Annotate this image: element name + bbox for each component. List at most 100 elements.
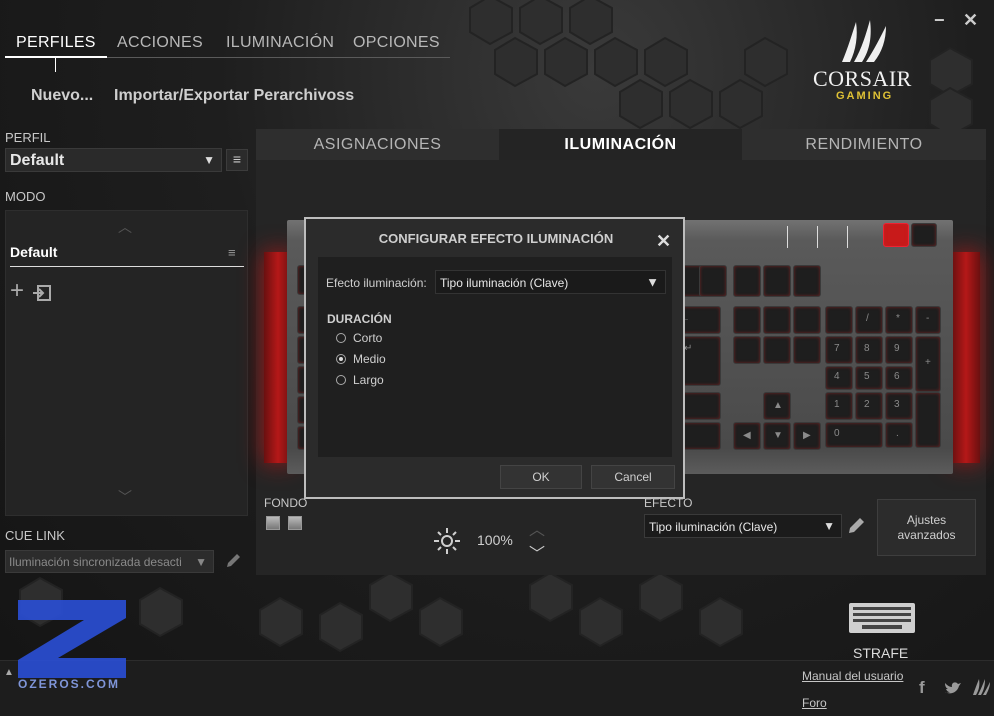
- background-swatch-2[interactable]: [288, 516, 302, 530]
- ok-button[interactable]: OK: [500, 465, 582, 489]
- mode-item-default[interactable]: Default: [10, 244, 57, 260]
- radio-largo[interactable]: Largo: [336, 373, 384, 387]
- logo-brand-text: CORSAIR: [813, 66, 912, 91]
- dialog-title: CONFIGURAR EFECTO ILUMINACIÓN: [378, 231, 614, 246]
- user-manual-link[interactable]: Manual del usuario: [802, 669, 903, 683]
- key-arrow-right[interactable]: ▶: [793, 422, 821, 450]
- key[interactable]: [733, 306, 761, 334]
- key-multiply[interactable]: *: [885, 306, 913, 334]
- key-arrow-up[interactable]: ▲: [763, 392, 791, 420]
- key-arrow-left[interactable]: ◀: [733, 422, 761, 450]
- profile-dropdown[interactable]: Default ▼: [5, 148, 222, 172]
- advanced-line-1: Ajustes: [906, 512, 947, 527]
- pencil-icon[interactable]: [224, 552, 242, 570]
- brightness-up-icon[interactable]: ︿: [529, 516, 545, 540]
- dialog-effect-dropdown[interactable]: Tipo iluminación (Clave) ▼: [435, 270, 666, 294]
- key-num9[interactable]: 9: [885, 336, 913, 364]
- key-num6[interactable]: 6: [885, 366, 913, 390]
- key-num-enter[interactable]: [915, 392, 941, 448]
- scroll-down-icon[interactable]: ﹀: [118, 487, 132, 507]
- key-num0[interactable]: 0: [825, 422, 883, 448]
- radio-label: Corto: [353, 331, 383, 345]
- radio-label: Medio: [353, 352, 386, 366]
- mode-panel: ︿ Default ≡ + ﹀: [5, 210, 248, 516]
- radio-medio[interactable]: Medio: [336, 352, 386, 366]
- radio-button[interactable]: [336, 333, 346, 343]
- twitter-icon[interactable]: [944, 680, 962, 696]
- tab-rendimiento[interactable]: RENDIMIENTO: [742, 129, 986, 160]
- key-divide[interactable]: /: [855, 306, 883, 334]
- import-mode-icon[interactable]: [33, 285, 51, 301]
- advanced-settings-button[interactable]: Ajustes avanzados: [877, 499, 976, 556]
- cue-link-dropdown[interactable]: Iluminación sincronizada desacti ▼: [5, 550, 214, 573]
- nav-opciones[interactable]: OPCIONES: [353, 34, 440, 52]
- fondo-label: FONDO: [264, 496, 308, 510]
- key-num-dot[interactable]: .: [885, 422, 913, 448]
- minimize-button[interactable]: −: [934, 10, 945, 31]
- profile-value: Default: [10, 152, 65, 169]
- key[interactable]: [733, 336, 761, 364]
- key-num3[interactable]: 3: [885, 392, 913, 420]
- tab-iluminacion[interactable]: ILUMINACIÓN: [499, 129, 742, 160]
- key[interactable]: [763, 306, 791, 334]
- key[interactable]: [763, 336, 791, 364]
- key-arrow-down[interactable]: ▼: [763, 422, 791, 450]
- expand-up-icon[interactable]: ▲: [4, 667, 14, 678]
- brightness-down-icon[interactable]: ﹀: [529, 540, 545, 564]
- nav-active-underline: [5, 56, 107, 58]
- import-export-button[interactable]: Importar/Exportar Perarchivoss: [114, 87, 354, 105]
- nav-acciones[interactable]: ACCIONES: [117, 34, 203, 52]
- close-window-button[interactable]: ✕: [963, 10, 978, 31]
- key-minus[interactable]: -: [915, 306, 941, 334]
- key-indicator-red[interactable]: [883, 223, 909, 247]
- key-num5[interactable]: 5: [855, 366, 883, 390]
- effect-value: Tipo iluminación (Clave): [649, 520, 778, 534]
- key-num8[interactable]: 8: [855, 336, 883, 364]
- dialog-effect-value: Tipo iluminación (Clave): [440, 276, 569, 290]
- key-num7[interactable]: 7: [825, 336, 853, 364]
- key[interactable]: [793, 265, 821, 297]
- facebook-icon[interactable]: f: [919, 678, 925, 698]
- mode-label: MODO: [5, 189, 46, 204]
- key[interactable]: [793, 306, 821, 334]
- mode-menu-icon[interactable]: ≡: [228, 245, 236, 260]
- tab-asignaciones[interactable]: ASIGNACIONES: [256, 129, 499, 160]
- keyboard-right-glow: [952, 252, 980, 463]
- key-indicator[interactable]: [911, 223, 937, 247]
- ozeros-z-logo-icon: [18, 600, 126, 678]
- effect-dropdown[interactable]: Tipo iluminación (Clave) ▼: [644, 514, 842, 538]
- corsair-sails-small-icon[interactable]: [971, 678, 991, 696]
- key-plus[interactable]: +: [915, 336, 941, 392]
- key[interactable]: [763, 265, 791, 297]
- nav-perfiles[interactable]: PERFILES: [16, 34, 96, 52]
- key-num1[interactable]: 1: [825, 392, 853, 420]
- chevron-down-icon: ▼: [203, 153, 215, 167]
- brightness-sun-icon[interactable]: [432, 526, 462, 556]
- background-swatch-1[interactable]: [266, 516, 280, 530]
- logo-sub-text: GAMING: [836, 90, 894, 102]
- forum-link[interactable]: Foro: [802, 696, 827, 710]
- radio-button-selected[interactable]: [336, 354, 346, 364]
- key-num4[interactable]: 4: [825, 366, 853, 390]
- top-navigation: PERFILES ACCIONES ILUMINACIÓN OPCIONES: [5, 30, 450, 58]
- keyboard-device-icon[interactable]: [848, 602, 916, 634]
- dialog-close-icon[interactable]: ✕: [656, 231, 671, 252]
- key-num2[interactable]: 2: [855, 392, 883, 420]
- new-profile-button[interactable]: Nuevo...: [31, 87, 93, 105]
- cancel-button[interactable]: Cancel: [591, 465, 675, 489]
- pencil-icon[interactable]: [846, 516, 866, 536]
- key[interactable]: [733, 265, 761, 297]
- profile-menu-button[interactable]: ≡: [226, 149, 248, 171]
- nav-iluminacion[interactable]: ILUMINACIÓN: [226, 34, 334, 52]
- add-mode-icon[interactable]: +: [10, 279, 24, 303]
- nav-indicator-tick: [55, 58, 56, 72]
- radio-button[interactable]: [336, 375, 346, 385]
- key-numlock[interactable]: [825, 306, 853, 334]
- advanced-line-2: avanzados: [897, 527, 956, 542]
- radio-corto[interactable]: Corto: [336, 331, 382, 345]
- radio-label: Largo: [353, 373, 384, 387]
- chevron-down-icon: ▼: [195, 554, 207, 569]
- scroll-up-icon[interactable]: ︿: [118, 217, 132, 237]
- key[interactable]: [793, 336, 821, 364]
- key[interactable]: [699, 265, 727, 297]
